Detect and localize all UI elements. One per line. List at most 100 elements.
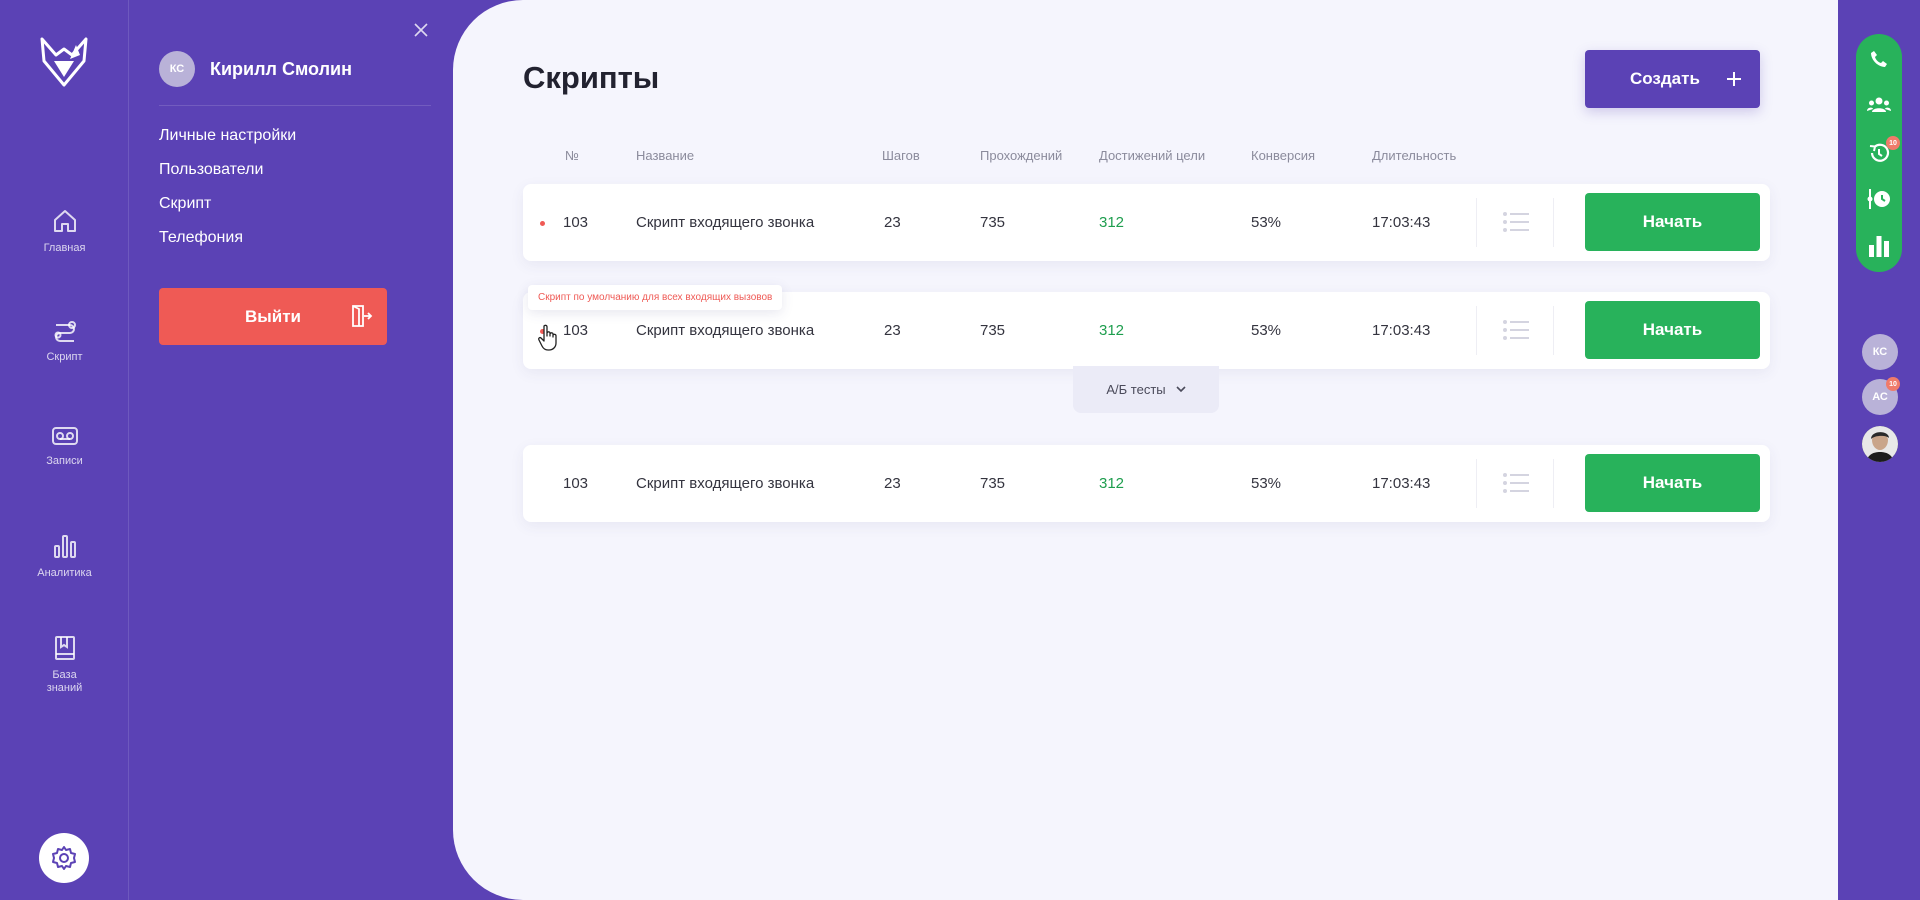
start-button[interactable]: Начать xyxy=(1585,301,1760,359)
create-label: Создать xyxy=(1630,69,1700,88)
timeline-button[interactable] xyxy=(1856,184,1902,214)
nav-analytics[interactable]: Аналитика xyxy=(0,533,129,580)
logout-button[interactable]: Выйти xyxy=(159,288,387,345)
row-name: Скрипт входящего звонка xyxy=(636,475,815,492)
default-script-tooltip: Скрипт по умолчанию для всех входящих вы… xyxy=(528,285,783,310)
col-name: Название xyxy=(636,148,695,163)
user-photo-avatar[interactable] xyxy=(1862,426,1898,462)
ab-tests-toggle[interactable]: А/Б тесты xyxy=(1073,366,1219,413)
row-conversion: 53% xyxy=(1251,475,1282,492)
users-icon xyxy=(1867,97,1891,112)
col-passes: Прохождений xyxy=(980,148,1063,163)
avatar-initials: АС xyxy=(1872,391,1888,403)
logout-icon xyxy=(352,305,373,327)
settings-button[interactable] xyxy=(39,833,89,883)
row-conversion: 53% xyxy=(1251,322,1282,339)
list-icon[interactable] xyxy=(1503,472,1529,494)
row-passes: 735 xyxy=(980,214,1006,231)
close-icon[interactable] xyxy=(413,22,429,38)
row-duration: 17:03:43 xyxy=(1372,475,1431,492)
book-icon xyxy=(54,636,75,660)
nav-home-label: Главная xyxy=(43,242,86,254)
row-goals: 312 xyxy=(1099,322,1125,339)
nav-script[interactable]: Скрипт xyxy=(0,317,129,364)
row-conversion: 53% xyxy=(1251,214,1282,231)
drawer-user: КС Кирилл Смолин xyxy=(159,51,352,87)
col-steps: Шагов xyxy=(882,148,920,163)
avatar-with-badge[interactable]: АС 10 xyxy=(1862,377,1900,415)
avatar: КС xyxy=(159,51,195,87)
left-rail: Главная Скрипт Записи Аналитика База зна… xyxy=(0,0,129,900)
row-number: 103 xyxy=(563,475,589,492)
timeline-clock-icon xyxy=(1867,189,1890,209)
analytics-button[interactable] xyxy=(1856,231,1902,261)
start-button[interactable]: Начать xyxy=(1585,454,1760,512)
default-indicator[interactable] xyxy=(540,221,545,226)
row-duration: 17:03:43 xyxy=(1372,322,1431,339)
menu-script[interactable]: Скрипт xyxy=(159,195,211,213)
right-quick-bar: 10 xyxy=(1856,34,1902,272)
person-photo-icon xyxy=(1862,426,1898,462)
row-steps: 23 xyxy=(884,214,901,231)
bar-chart-icon xyxy=(53,535,76,558)
nav-analytics-label: Аналитика xyxy=(37,567,92,579)
col-goals: Достижений цели xyxy=(1099,148,1206,163)
table-row[interactable]: 103 Скрипт входящего звонка 23 735 312 5… xyxy=(523,184,1770,261)
menu-telephony[interactable]: Телефония xyxy=(159,229,243,247)
hand-cursor-icon xyxy=(538,324,557,351)
fox-logo-icon[interactable] xyxy=(40,37,88,87)
phone-button[interactable] xyxy=(1856,44,1902,74)
nav-script-label: Скрипт xyxy=(46,351,83,363)
chevron-down-icon xyxy=(1176,386,1186,393)
menu-personal-settings[interactable]: Личные настройки xyxy=(159,127,296,145)
plus-icon xyxy=(1727,72,1741,86)
avatar-badge: 10 xyxy=(1886,377,1900,391)
ab-tests-label: А/Б тесты xyxy=(1106,382,1166,397)
gear-icon xyxy=(52,846,76,870)
row-passes: 735 xyxy=(980,322,1006,339)
script-icon xyxy=(54,321,76,342)
main-panel: Скрипты Создать № Название Шагов Прохожд… xyxy=(453,0,1838,900)
row-name: Скрипт входящего звонка xyxy=(636,214,815,231)
divider xyxy=(1553,306,1554,355)
avatar[interactable]: КС xyxy=(1862,334,1898,370)
nav-records-label: Записи xyxy=(46,455,83,467)
history-badge: 10 xyxy=(1886,136,1900,150)
list-icon[interactable] xyxy=(1503,211,1529,233)
col-conversion: Конверсия xyxy=(1251,148,1316,163)
divider xyxy=(1553,198,1554,247)
row-passes: 735 xyxy=(980,475,1006,492)
page-title: Скрипты xyxy=(523,60,660,95)
user-drawer: КС Кирилл Смолин Личные настройки Пользо… xyxy=(130,0,453,900)
logout-label: Выйти xyxy=(244,306,302,326)
divider xyxy=(1476,306,1477,355)
create-button[interactable]: Создать xyxy=(1585,50,1760,108)
row-steps: 23 xyxy=(884,322,901,339)
table-row[interactable]: 103 Скрипт входящего звонка 23 735 312 5… xyxy=(523,445,1770,522)
voicemail-icon xyxy=(51,427,78,445)
list-icon[interactable] xyxy=(1503,319,1529,341)
divider xyxy=(1476,459,1477,508)
home-icon xyxy=(53,210,76,232)
start-button[interactable]: Начать xyxy=(1585,193,1760,251)
row-steps: 23 xyxy=(884,475,901,492)
nav-knowledge[interactable]: База знаний xyxy=(0,635,129,695)
row-goals: 312 xyxy=(1099,475,1125,492)
row-number: 103 xyxy=(563,214,589,231)
divider xyxy=(1476,198,1477,247)
nav-knowledge-label: База знаний xyxy=(46,669,83,694)
nav-records[interactable]: Записи xyxy=(0,425,129,468)
col-number: № xyxy=(565,148,579,163)
users-button[interactable] xyxy=(1856,90,1902,120)
col-duration: Длительность xyxy=(1372,148,1457,163)
history-button[interactable]: 10 xyxy=(1856,136,1902,168)
row-duration: 17:03:43 xyxy=(1372,214,1431,231)
phone-icon xyxy=(1871,51,1887,67)
user-name: Кирилл Смолин xyxy=(210,58,352,79)
divider xyxy=(1553,459,1554,508)
divider xyxy=(159,105,431,106)
row-goals: 312 xyxy=(1099,214,1125,231)
bar-chart-icon xyxy=(1869,236,1889,257)
nav-home[interactable]: Главная xyxy=(0,208,129,255)
menu-users[interactable]: Пользователи xyxy=(159,161,263,179)
